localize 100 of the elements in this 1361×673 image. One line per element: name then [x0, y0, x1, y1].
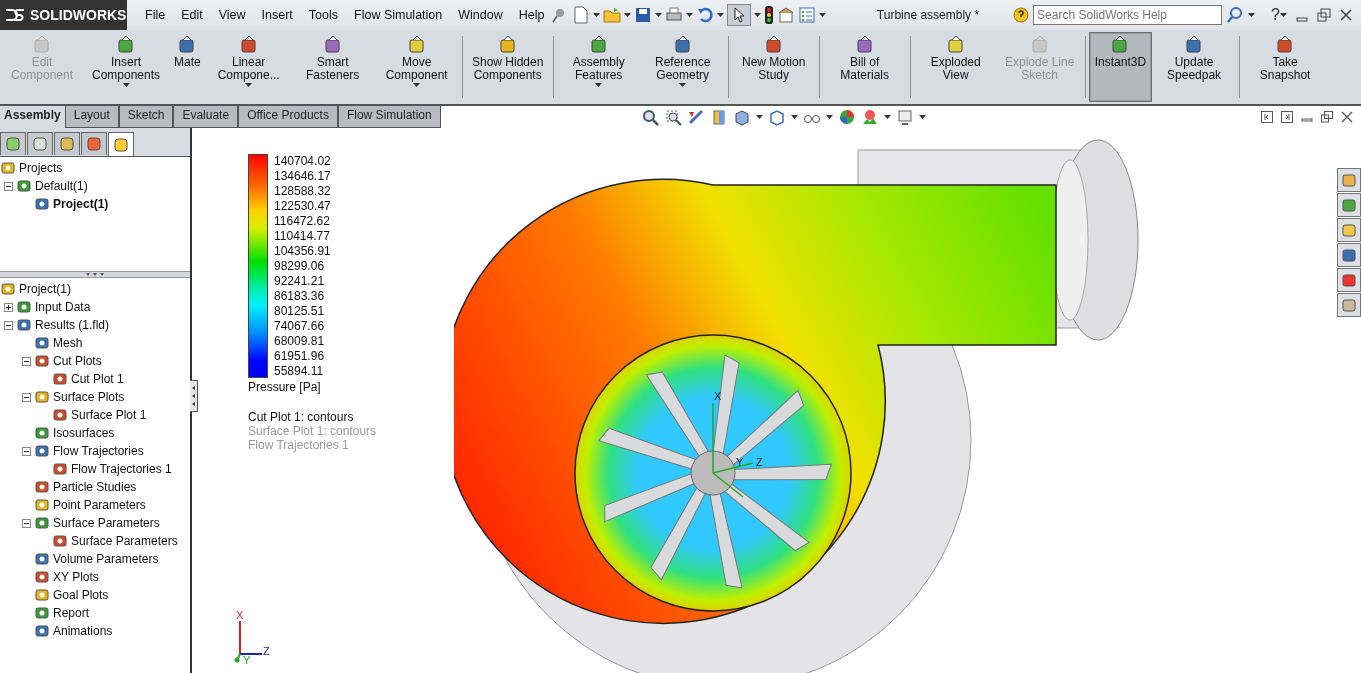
- search-field[interactable]: Search SolidWorks Help: [1033, 5, 1223, 25]
- caret-icon[interactable]: [825, 115, 833, 119]
- ribbon-button[interactable]: Reference Geometry: [640, 32, 725, 102]
- ribbon-button[interactable]: New Motion Study: [731, 32, 816, 102]
- ribbon-button[interactable]: Show Hidden Components: [465, 32, 550, 102]
- restore-icon[interactable]: [1317, 8, 1331, 22]
- menu-item[interactable]: Edit: [173, 8, 211, 22]
- tree-item[interactable]: Projects: [19, 161, 63, 175]
- tree-item[interactable]: Results (1.fld): [35, 318, 110, 332]
- options-icon[interactable]: [777, 6, 796, 24]
- collapse-icon[interactable]: [22, 356, 31, 366]
- ribbon-button[interactable]: Insert Components: [84, 32, 168, 102]
- expand-icon[interactable]: [4, 302, 13, 312]
- caret-icon[interactable]: [593, 13, 601, 17]
- undo-icon[interactable]: [696, 6, 715, 24]
- zoom-icon[interactable]: [640, 108, 659, 126]
- collapse-icon[interactable]: [22, 446, 31, 456]
- search-icon[interactable]: [1226, 6, 1245, 24]
- restore-icon[interactable]: [1321, 111, 1333, 123]
- collapse-icon[interactable]: [22, 518, 31, 528]
- caret-icon[interactable]: [918, 115, 926, 119]
- menu-item[interactable]: File: [137, 8, 174, 22]
- tree-item[interactable]: Project(1): [19, 282, 71, 296]
- caret-icon[interactable]: [819, 13, 827, 17]
- tab[interactable]: Sketch: [118, 106, 174, 128]
- ribbon-button[interactable]: Instant3D: [1088, 32, 1153, 102]
- tree-item[interactable]: Cut Plots: [53, 354, 102, 368]
- tree-item[interactable]: Report: [53, 606, 90, 620]
- task-pane-button[interactable]: [1337, 293, 1361, 317]
- menu-item[interactable]: Tools: [300, 8, 347, 22]
- tree-item[interactable]: Volume Parameters: [53, 552, 159, 566]
- appearance-sphere-icon[interactable]: [837, 108, 856, 126]
- tree-item[interactable]: Surface Parameters: [71, 534, 178, 548]
- ribbon-button[interactable]: Take Snapshot: [1243, 32, 1328, 102]
- ribbon-button[interactable]: Assembly Features: [556, 32, 641, 102]
- tree-item[interactable]: Mesh: [53, 336, 83, 350]
- caret-icon[interactable]: [1280, 13, 1287, 17]
- caret-icon[interactable]: [655, 13, 663, 17]
- menu-item[interactable]: View: [210, 8, 254, 22]
- caret-icon[interactable]: [245, 83, 253, 87]
- tree-item[interactable]: Cut Plot 1: [71, 372, 124, 386]
- panel-tab[interactable]: [54, 132, 80, 155]
- tree-item[interactable]: Surface Parameters: [53, 516, 160, 530]
- panel-tab[interactable]: [27, 132, 53, 155]
- caret-icon[interactable]: [1248, 13, 1256, 17]
- select-button[interactable]: [727, 4, 752, 26]
- menu-item[interactable]: Help: [510, 8, 553, 22]
- tile-right-icon[interactable]: [1281, 111, 1293, 123]
- tree-item[interactable]: Animations: [53, 624, 113, 638]
- tree-item[interactable]: Isosurfaces: [53, 426, 115, 440]
- caret-icon[interactable]: [754, 13, 762, 17]
- zoom-area-icon[interactable]: [663, 108, 682, 126]
- tree-item[interactable]: Particle Studies: [53, 480, 137, 494]
- menu-item[interactable]: Window: [450, 8, 511, 22]
- caret-icon[interactable]: [717, 13, 725, 17]
- caret-icon[interactable]: [122, 83, 130, 87]
- tree-item[interactable]: Surface Plots: [53, 390, 125, 404]
- collapse-icon[interactable]: [4, 320, 13, 330]
- pushpin-icon[interactable]: [552, 7, 567, 23]
- view-orientation-icon[interactable]: [732, 108, 751, 126]
- tree-item[interactable]: Flow Trajectories: [53, 444, 144, 458]
- tab[interactable]: Evaluate: [173, 106, 239, 128]
- tree-item[interactable]: Project(1): [53, 197, 109, 211]
- checklist-icon[interactable]: [798, 6, 817, 24]
- save-icon[interactable]: [634, 6, 653, 24]
- caret-icon[interactable]: [686, 13, 694, 17]
- task-pane-button[interactable]: [1337, 243, 1361, 267]
- close-icon[interactable]: [1341, 111, 1353, 123]
- caret-icon[interactable]: [624, 13, 632, 17]
- tree-item[interactable]: Default(1): [35, 179, 88, 193]
- caret-icon[interactable]: [595, 83, 603, 87]
- task-pane-button[interactable]: [1337, 168, 1361, 192]
- tree-item[interactable]: Goal Plots: [53, 588, 109, 602]
- caret-icon[interactable]: [755, 115, 763, 119]
- menu-item[interactable]: Flow Simulation: [346, 8, 451, 22]
- tree-item[interactable]: XY Plots: [53, 570, 99, 584]
- traffic-light-icon[interactable]: [764, 6, 775, 24]
- panel-collapse-handle[interactable]: [190, 380, 198, 412]
- task-pane-button[interactable]: [1337, 218, 1361, 242]
- panel-tab[interactable]: [81, 132, 107, 155]
- display-style-icon[interactable]: [767, 108, 786, 126]
- menu-item[interactable]: Insert: [253, 8, 301, 22]
- display-settings-icon[interactable]: [895, 108, 914, 126]
- collapse-icon[interactable]: [4, 181, 13, 191]
- task-pane-button[interactable]: [1337, 268, 1361, 292]
- tab[interactable]: Flow Simulation: [337, 106, 441, 128]
- printer-icon[interactable]: [665, 6, 684, 24]
- ribbon-button[interactable]: Update Speedpak: [1152, 32, 1237, 102]
- panel-tab[interactable]: [0, 132, 26, 155]
- panel-tab[interactable]: [108, 132, 134, 156]
- caret-icon[interactable]: [413, 83, 421, 87]
- ribbon-button[interactable]: Smart Fasteners: [290, 32, 375, 102]
- collapse-icon[interactable]: [22, 392, 31, 402]
- tree-item[interactable]: Surface Plot 1: [71, 408, 147, 422]
- tab[interactable]: Layout: [64, 106, 119, 128]
- ribbon-button[interactable]: Bill of Materials: [822, 32, 907, 102]
- ribbon-button[interactable]: Exploded View: [913, 32, 998, 102]
- tree-item[interactable]: Point Parameters: [53, 498, 146, 512]
- ribbon-button[interactable]: Mate: [168, 32, 207, 102]
- caret-icon[interactable]: [679, 83, 687, 87]
